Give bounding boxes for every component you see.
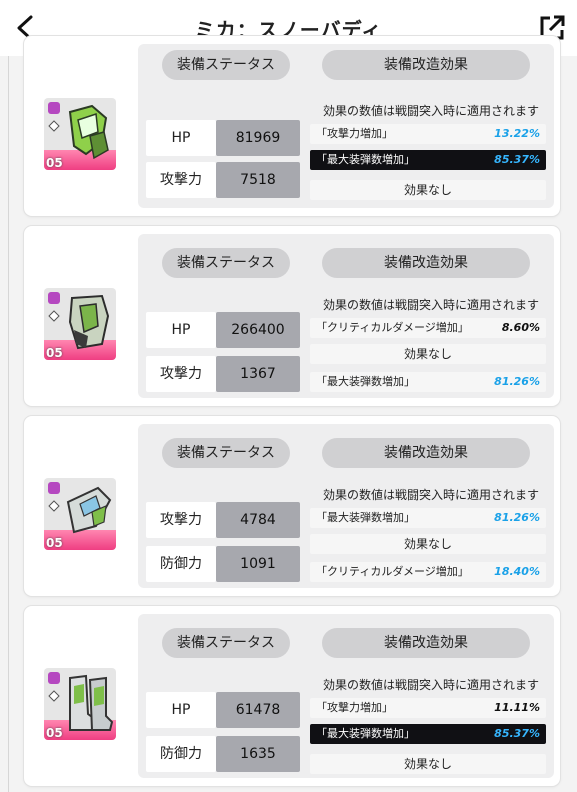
stat-label: 攻撃力 bbox=[146, 356, 216, 392]
stat-label: 攻撃力 bbox=[146, 502, 216, 538]
stat-panel: 装備ステータス 装備改造効果 効果の数値は戦闘突入時に適用されます HP 819… bbox=[138, 44, 554, 208]
armor-icon bbox=[68, 294, 110, 350]
status-header: 装備ステータス bbox=[162, 438, 290, 468]
stat-value: 4784 bbox=[216, 502, 300, 538]
effect-value: 81.26% bbox=[494, 375, 540, 388]
effect-row-empty: 効果なし bbox=[310, 344, 546, 364]
list-rail bbox=[8, 56, 9, 792]
equipment-card: 05 装備ステータス 装備改造効果 効果の数値は戦闘突入時に適用されます HP … bbox=[24, 606, 560, 786]
equipment-icon[interactable]: 05 bbox=[44, 668, 116, 740]
equipment-card: 05 装備ステータス 装備改造効果 効果の数値は戦闘突入時に適用されます HP … bbox=[24, 36, 560, 216]
gloves-icon bbox=[68, 104, 109, 160]
class-icon bbox=[48, 672, 60, 684]
effect-value: 8.60% bbox=[501, 321, 540, 334]
boots-icon bbox=[69, 674, 114, 731]
effect-row: 「最大装弾数増加」 81.26% bbox=[310, 372, 546, 392]
class-icon bbox=[48, 292, 60, 304]
effect-value: 13.22% bbox=[494, 127, 540, 140]
equipment-card: 05 装備ステータス 装備改造効果 効果の数値は戦闘突入時に適用されます 攻撃力… bbox=[24, 416, 560, 596]
grade-label: 05 bbox=[46, 156, 63, 170]
effect-name: 「最大装弾数増加」 bbox=[316, 511, 415, 524]
stat-label: 防御力 bbox=[146, 546, 216, 582]
stat-panel: 装備ステータス 装備改造効果 効果の数値は戦闘突入時に適用されます HP 266… bbox=[138, 234, 554, 398]
effect-name: 「攻撃力増加」 bbox=[316, 127, 393, 140]
effect-name: 「最大装弾数増加」 bbox=[316, 153, 415, 166]
status-header: 装備ステータス bbox=[162, 628, 290, 658]
stat-value: 266400 bbox=[216, 312, 300, 348]
diamond-icon bbox=[48, 690, 60, 702]
diamond-icon bbox=[48, 120, 60, 132]
equipment-card: 05 装備ステータス 装備改造効果 効果の数値は戦闘突入時に適用されます HP … bbox=[24, 226, 560, 406]
stat-value: 61478 bbox=[216, 692, 300, 728]
effect-name: 「クリティカルダメージ増加」 bbox=[316, 565, 469, 578]
effect-name: 「クリティカルダメージ増加」 bbox=[316, 321, 469, 334]
effect-name: 「最大装弾数増加」 bbox=[316, 727, 415, 740]
equipment-icon[interactable]: 05 bbox=[44, 288, 116, 360]
effect-name: 「最大装弾数増加」 bbox=[316, 375, 415, 388]
gauntlet-icon bbox=[66, 486, 112, 534]
effect-note: 効果の数値は戦闘突入時に適用されます bbox=[322, 678, 539, 692]
stat-value: 1635 bbox=[216, 736, 300, 772]
stat-label: 攻撃力 bbox=[146, 162, 216, 198]
effect-row-highlighted: 「最大装弾数増加」 85.37% bbox=[310, 150, 546, 170]
stat-value: 81969 bbox=[216, 120, 300, 156]
modify-header: 装備改造効果 bbox=[322, 50, 530, 80]
effect-row-empty: 効果なし bbox=[310, 534, 546, 554]
effect-value: 81.26% bbox=[494, 511, 540, 524]
effect-row: 「最大装弾数増加」 81.26% bbox=[310, 508, 546, 528]
modify-header: 装備改造効果 bbox=[322, 248, 530, 278]
modify-header: 装備改造効果 bbox=[322, 438, 530, 468]
effect-value: 85.37% bbox=[494, 727, 540, 740]
stat-label: HP bbox=[146, 312, 216, 348]
class-icon bbox=[48, 102, 60, 114]
modify-header: 装備改造効果 bbox=[322, 628, 530, 658]
diamond-icon bbox=[48, 500, 60, 512]
equipment-icon[interactable]: 05 bbox=[44, 98, 116, 170]
effect-value: 85.37% bbox=[494, 153, 540, 166]
status-header: 装備ステータス bbox=[162, 248, 290, 278]
effect-note: 効果の数値は戦闘突入時に適用されます bbox=[322, 298, 539, 312]
effect-row: 「攻撃力増加」 13.22% bbox=[310, 124, 546, 144]
effect-row-empty: 効果なし bbox=[310, 754, 546, 774]
effect-row-highlighted: 「最大装弾数増加」 85.37% bbox=[310, 724, 546, 744]
effect-note: 効果の数値は戦闘突入時に適用されます bbox=[322, 488, 539, 502]
effect-value: 11.11% bbox=[494, 701, 540, 714]
grade-label: 05 bbox=[46, 536, 63, 550]
status-header: 装備ステータス bbox=[162, 50, 290, 80]
effect-row-empty: 効果なし bbox=[310, 180, 546, 200]
equipment-icon[interactable]: 05 bbox=[44, 478, 116, 550]
stat-label: 防御力 bbox=[146, 736, 216, 772]
stat-panel: 装備ステータス 装備改造効果 効果の数値は戦闘突入時に適用されます 攻撃力 47… bbox=[138, 424, 554, 588]
effect-row: 「攻撃力増加」 11.11% bbox=[310, 698, 546, 718]
class-icon bbox=[48, 482, 60, 494]
grade-label: 05 bbox=[46, 346, 63, 360]
stat-value: 1367 bbox=[216, 356, 300, 392]
stat-panel: 装備ステータス 装備改造効果 効果の数値は戦闘突入時に適用されます HP 614… bbox=[138, 614, 554, 778]
grade-label: 05 bbox=[46, 726, 63, 740]
stat-value: 7518 bbox=[216, 162, 300, 198]
effect-row: 「クリティカルダメージ増加」 8.60% bbox=[310, 318, 546, 338]
effect-row: 「クリティカルダメージ増加」 18.40% bbox=[310, 562, 546, 582]
stat-label: HP bbox=[146, 692, 216, 728]
effect-note: 効果の数値は戦闘突入時に適用されます bbox=[322, 104, 539, 118]
effect-name: 「攻撃力増加」 bbox=[316, 701, 393, 714]
effect-value: 18.40% bbox=[494, 565, 540, 578]
diamond-icon bbox=[48, 310, 60, 322]
stat-value: 1091 bbox=[216, 546, 300, 582]
stat-label: HP bbox=[146, 120, 216, 156]
